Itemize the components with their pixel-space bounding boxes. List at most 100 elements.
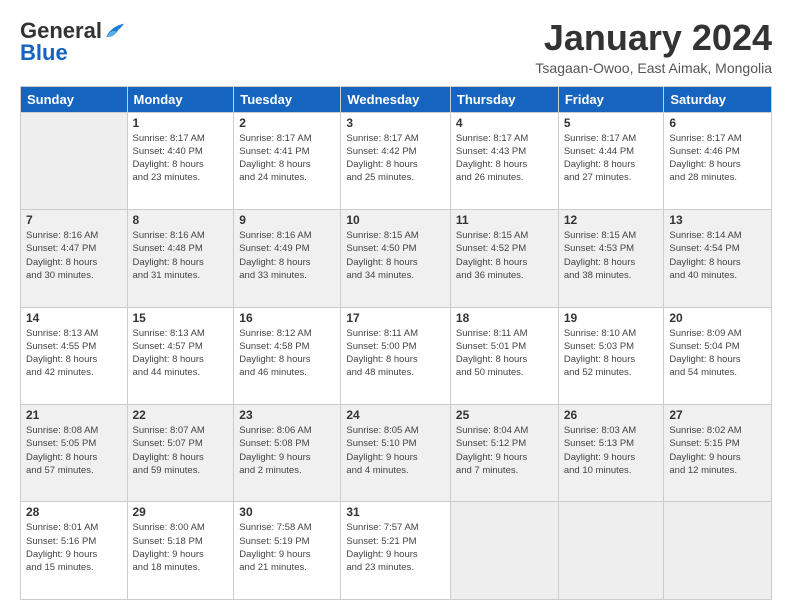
day-info: Sunrise: 8:03 AM Sunset: 5:13 PM Dayligh… xyxy=(564,424,659,477)
day-info: Sunrise: 8:17 AM Sunset: 4:43 PM Dayligh… xyxy=(456,132,553,185)
calendar-cell: 8 Sunrise: 8:16 AM Sunset: 4:48 PM Daylig… xyxy=(127,210,234,307)
day-number: 25 xyxy=(456,408,553,422)
calendar-cell: 5 Sunrise: 8:17 AM Sunset: 4:44 PM Daylig… xyxy=(558,112,664,209)
col-friday: Friday xyxy=(558,86,664,112)
calendar-cell: 7 Sunrise: 8:16 AM Sunset: 4:47 PM Daylig… xyxy=(21,210,128,307)
day-number: 21 xyxy=(26,408,122,422)
calendar-cell: 3Sunrise: 8:17 AM Sunset: 4:42 PM Daylig… xyxy=(341,112,451,209)
day-number: 10 xyxy=(346,213,445,227)
day-number: 19 xyxy=(564,311,659,325)
logo-bird-icon xyxy=(102,22,124,40)
month-title: January 2024 xyxy=(535,18,772,58)
calendar-cell xyxy=(558,502,664,600)
calendar-cell: 11Sunrise: 8:15 AM Sunset: 4:52 PM Dayli… xyxy=(450,210,558,307)
day-info: Sunrise: 8:14 AM Sunset: 4:54 PM Dayligh… xyxy=(669,229,766,282)
day-info: Sunrise: 8:13 AM Sunset: 4:57 PM Dayligh… xyxy=(133,327,229,380)
calendar-cell: 30 Sunrise: 7:58 AM Sunset: 5:19 PM Dayli… xyxy=(234,502,341,600)
calendar-cell: 31 Sunrise: 7:57 AM Sunset: 5:21 PM Dayli… xyxy=(341,502,451,600)
day-number: 27 xyxy=(669,408,766,422)
day-info: Sunrise: 7:57 AM Sunset: 5:21 PM Dayligh… xyxy=(346,521,445,574)
col-monday: Monday xyxy=(127,86,234,112)
calendar-cell: 6 Sunrise: 8:17 AM Sunset: 4:46 PM Daylig… xyxy=(664,112,772,209)
calendar-cell: 14 Sunrise: 8:13 AM Sunset: 4:55 PM Dayli… xyxy=(21,307,128,404)
day-number: 30 xyxy=(239,505,335,519)
day-number: 17 xyxy=(346,311,445,325)
day-number: 20 xyxy=(669,311,766,325)
day-info: Sunrise: 8:17 AM Sunset: 4:40 PM Dayligh… xyxy=(133,132,229,185)
day-number: 11 xyxy=(456,213,553,227)
day-info: Sunrise: 8:17 AM Sunset: 4:46 PM Dayligh… xyxy=(669,132,766,185)
day-number: 8 xyxy=(133,213,229,227)
day-number: 16 xyxy=(239,311,335,325)
calendar: Sunday Monday Tuesday Wednesday Thursday… xyxy=(20,86,772,600)
calendar-cell: 25 Sunrise: 8:04 AM Sunset: 5:12 PM Dayli… xyxy=(450,405,558,502)
day-info: Sunrise: 8:09 AM Sunset: 5:04 PM Dayligh… xyxy=(669,327,766,380)
title-section: January 2024 Tsagaan-Owoo, East Aimak, M… xyxy=(535,18,772,76)
day-info: Sunrise: 8:02 AM Sunset: 5:15 PM Dayligh… xyxy=(669,424,766,477)
day-number: 15 xyxy=(133,311,229,325)
calendar-cell: 4 Sunrise: 8:17 AM Sunset: 4:43 PM Daylig… xyxy=(450,112,558,209)
day-number: 13 xyxy=(669,213,766,227)
day-number: 31 xyxy=(346,505,445,519)
day-number: 2 xyxy=(239,116,335,130)
calendar-cell: 9Sunrise: 8:16 AM Sunset: 4:49 PM Daylig… xyxy=(234,210,341,307)
calendar-cell: 17Sunrise: 8:11 AM Sunset: 5:00 PM Dayli… xyxy=(341,307,451,404)
calendar-cell: 21Sunrise: 8:08 AM Sunset: 5:05 PM Dayli… xyxy=(21,405,128,502)
calendar-cell: 15 Sunrise: 8:13 AM Sunset: 4:57 PM Dayli… xyxy=(127,307,234,404)
logo: General Blue xyxy=(20,18,124,66)
day-number: 4 xyxy=(456,116,553,130)
calendar-cell: 29Sunrise: 8:00 AM Sunset: 5:18 PM Dayli… xyxy=(127,502,234,600)
day-number: 24 xyxy=(346,408,445,422)
calendar-row-2: 7 Sunrise: 8:16 AM Sunset: 4:47 PM Daylig… xyxy=(21,210,772,307)
col-sunday: Sunday xyxy=(21,86,128,112)
day-number: 6 xyxy=(669,116,766,130)
day-number: 26 xyxy=(564,408,659,422)
day-number: 18 xyxy=(456,311,553,325)
col-saturday: Saturday xyxy=(664,86,772,112)
calendar-cell: 27 Sunrise: 8:02 AM Sunset: 5:15 PM Dayli… xyxy=(664,405,772,502)
calendar-cell: 20 Sunrise: 8:09 AM Sunset: 5:04 PM Dayli… xyxy=(664,307,772,404)
calendar-row-4: 21Sunrise: 8:08 AM Sunset: 5:05 PM Dayli… xyxy=(21,405,772,502)
calendar-row-3: 14 Sunrise: 8:13 AM Sunset: 4:55 PM Dayli… xyxy=(21,307,772,404)
calendar-cell: 12 Sunrise: 8:15 AM Sunset: 4:53 PM Dayli… xyxy=(558,210,664,307)
calendar-cell xyxy=(664,502,772,600)
subtitle: Tsagaan-Owoo, East Aimak, Mongolia xyxy=(535,60,772,76)
calendar-cell: 2Sunrise: 8:17 AM Sunset: 4:41 PM Daylig… xyxy=(234,112,341,209)
day-info: Sunrise: 8:04 AM Sunset: 5:12 PM Dayligh… xyxy=(456,424,553,477)
day-info: Sunrise: 8:11 AM Sunset: 5:01 PM Dayligh… xyxy=(456,327,553,380)
calendar-cell xyxy=(450,502,558,600)
day-number: 23 xyxy=(239,408,335,422)
calendar-cell: 24Sunrise: 8:05 AM Sunset: 5:10 PM Dayli… xyxy=(341,405,451,502)
day-info: Sunrise: 8:16 AM Sunset: 4:47 PM Dayligh… xyxy=(26,229,122,282)
day-number: 1 xyxy=(133,116,229,130)
day-number: 22 xyxy=(133,408,229,422)
page: General Blue January 2024 Tsagaan-Owoo, … xyxy=(0,0,792,612)
day-info: Sunrise: 8:06 AM Sunset: 5:08 PM Dayligh… xyxy=(239,424,335,477)
day-info: Sunrise: 8:16 AM Sunset: 4:49 PM Dayligh… xyxy=(239,229,335,282)
day-info: Sunrise: 8:15 AM Sunset: 4:53 PM Dayligh… xyxy=(564,229,659,282)
day-info: Sunrise: 7:58 AM Sunset: 5:19 PM Dayligh… xyxy=(239,521,335,574)
day-info: Sunrise: 8:00 AM Sunset: 5:18 PM Dayligh… xyxy=(133,521,229,574)
day-number: 7 xyxy=(26,213,122,227)
calendar-cell: 16 Sunrise: 8:12 AM Sunset: 4:58 PM Dayli… xyxy=(234,307,341,404)
calendar-cell: 1 Sunrise: 8:17 AM Sunset: 4:40 PM Daylig… xyxy=(127,112,234,209)
calendar-cell: 13 Sunrise: 8:14 AM Sunset: 4:54 PM Dayli… xyxy=(664,210,772,307)
calendar-cell: 10 Sunrise: 8:15 AM Sunset: 4:50 PM Dayli… xyxy=(341,210,451,307)
day-info: Sunrise: 8:07 AM Sunset: 5:07 PM Dayligh… xyxy=(133,424,229,477)
day-info: Sunrise: 8:12 AM Sunset: 4:58 PM Dayligh… xyxy=(239,327,335,380)
day-info: Sunrise: 8:15 AM Sunset: 4:50 PM Dayligh… xyxy=(346,229,445,282)
day-info: Sunrise: 8:01 AM Sunset: 5:16 PM Dayligh… xyxy=(26,521,122,574)
calendar-cell: 26 Sunrise: 8:03 AM Sunset: 5:13 PM Dayli… xyxy=(558,405,664,502)
day-info: Sunrise: 8:17 AM Sunset: 4:42 PM Dayligh… xyxy=(346,132,445,185)
day-number: 5 xyxy=(564,116,659,130)
day-info: Sunrise: 8:17 AM Sunset: 4:44 PM Dayligh… xyxy=(564,132,659,185)
calendar-cell: 18 Sunrise: 8:11 AM Sunset: 5:01 PM Dayli… xyxy=(450,307,558,404)
day-info: Sunrise: 8:10 AM Sunset: 5:03 PM Dayligh… xyxy=(564,327,659,380)
day-info: Sunrise: 8:16 AM Sunset: 4:48 PM Dayligh… xyxy=(133,229,229,282)
calendar-cell: 19 Sunrise: 8:10 AM Sunset: 5:03 PM Dayli… xyxy=(558,307,664,404)
calendar-cell xyxy=(21,112,128,209)
calendar-cell: 23 Sunrise: 8:06 AM Sunset: 5:08 PM Dayli… xyxy=(234,405,341,502)
day-number: 14 xyxy=(26,311,122,325)
day-info: Sunrise: 8:13 AM Sunset: 4:55 PM Dayligh… xyxy=(26,327,122,380)
day-number: 12 xyxy=(564,213,659,227)
